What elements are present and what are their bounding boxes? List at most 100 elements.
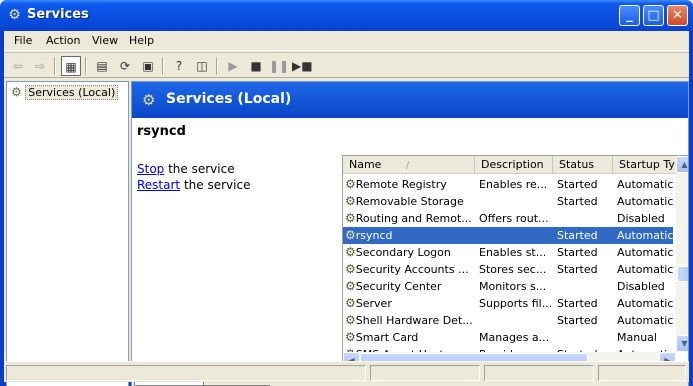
service-gear-icon: ⚙ [345,262,356,276]
service-gear-icon: ⚙ [345,279,356,293]
cell-text: Enables st... [479,246,547,259]
scroll-up-icon[interactable]: ▲ [676,156,688,173]
cell-name: ⚙Smart Card [345,329,475,346]
cell-text: Started [557,297,598,310]
cell-startup: Automatic [617,295,675,312]
stop-service-icon[interactable]: ■ [246,56,266,76]
properties-icon[interactable]: ▤ [92,56,112,76]
pause-service-icon[interactable]: ❚❚ [269,56,289,76]
cell-text: Started [557,195,598,208]
service-gear-icon: ⚙ [345,313,356,327]
restart-service-link[interactable]: Restart [137,178,180,192]
services-list-container: Name / Description Status Startup Ty ⚙Re… [338,144,688,384]
table-row[interactable]: ⚙Security Accounts ... Stores sec... Start… [343,261,673,278]
tree-item-label: Services (Local) [25,85,119,100]
cell-text: Automatic [617,314,674,327]
sort-indicator: / [405,161,409,171]
cell-text: Shell Hardware Det... [355,314,473,327]
table-row[interactable]: ⚙Remote Registry Enables re... Started Auto… [343,176,673,193]
close-button[interactable]: ✕ [667,5,688,26]
help-icon[interactable]: ? [169,56,189,76]
selected-service-name: rsyncd [137,124,186,139]
service-gear-icon: ⚙ [345,194,356,208]
service-description-panel: rsyncd Stop the service Restart the serv… [132,118,332,350]
services-window: ⚙ Services _ □ ✕ File Action View Help ⇦… [0,0,693,386]
menu-bar: File Action View Help [4,31,689,51]
cell-text: Started [557,229,598,242]
cell-startup: Disabled [617,278,675,295]
cell-startup: Automatic [617,193,675,210]
status-bar [4,361,689,382]
title-bar[interactable]: ⚙ Services _ □ ✕ [0,0,693,31]
cell-text: Automatic [617,263,674,276]
status-pane-3 [484,365,594,381]
console-tree: ⚙ Services (Local) [6,81,129,386]
cell-status: Started [557,244,611,261]
table-row[interactable]: ⚙Smart Card Manages a... Manual [343,329,673,346]
restart-service-icon[interactable]: ▶■ [292,56,313,76]
refresh-icon[interactable]: ⟳ [115,56,135,76]
cell-name: ⚙Security Accounts ... [345,261,475,278]
cell-description: Manages a... [479,329,551,346]
column-header-name[interactable]: Name / [343,156,475,174]
menu-help[interactable]: Help [129,34,154,47]
cell-text: Secondary Logon [355,246,451,259]
column-header-status[interactable]: Status [553,156,613,174]
stop-service-link[interactable]: Stop [137,162,164,176]
stop-service-line: Stop the service [137,162,235,176]
cell-text: Automatic [617,246,674,259]
cell-startup: Manual [617,329,675,346]
cell-text: Started [557,314,598,327]
stop-service-suffix: the service [164,162,235,176]
cell-status: Started [557,312,611,329]
cell-text: Remote Registry [355,178,447,191]
details-pane: ⚙ Services (Local) rsyncd Stop the servi… [131,81,689,386]
cell-text: Supports fil... [479,297,551,310]
table-row[interactable]: ⚙Secondary Logon Enables st... Started Auto… [343,244,673,261]
cell-text: Disabled [617,280,665,293]
service-gear-icon: ⚙ [345,177,356,191]
cell-text: Started [557,178,598,191]
services-gear-icon: ⚙ [8,7,21,23]
cell-status: Started [557,295,611,312]
table-row[interactable]: ⚙Removable Storage Started Automatic [343,193,673,210]
cell-text: Security Center [355,280,442,293]
table-row[interactable]: ⚙Routing and Remot... Offers rout... Disab… [343,210,673,227]
cell-text: Offers rout... [479,212,549,225]
list-header: Name / Description Status Startup Ty [343,156,676,174]
show-hide-tree-icon[interactable]: ▦ [61,56,81,76]
cell-status: Started [557,261,611,278]
cell-text: Enables re... [479,178,548,191]
maximize-button[interactable]: □ [643,5,664,26]
cell-status: Started [557,176,611,193]
services-list[interactable]: Name / Description Status Startup Ty ⚙Re… [342,155,688,384]
table-row[interactable]: ⚙Security Center Monitors s... Disabled [343,278,673,295]
cell-text: Smart Card [355,331,419,344]
menu-file[interactable]: File [14,34,32,47]
minimize-button[interactable]: _ [619,5,640,26]
cell-text: Security Accounts ... [355,263,469,276]
cell-text: Routing and Remot... [355,212,472,225]
table-row[interactable]: ⚙Server Supports fil... Started Automatic [343,295,673,312]
table-row[interactable]: ⚙Shell Hardware Det... Started Automatic [343,312,673,329]
cell-text: rsyncd [355,229,393,242]
menu-action[interactable]: Action [46,34,80,47]
column-header-startup-type[interactable]: Startup Ty [613,156,676,174]
start-service-icon[interactable]: ▶ [223,56,243,76]
table-row[interactable]: ⚙rsyncd Started Automatic [343,227,673,244]
forward-arrow-icon[interactable]: ⇨ [30,56,50,76]
tree-item-services-local[interactable]: ⚙ Services (Local) [11,85,119,101]
column-header-description[interactable]: Description [475,156,553,174]
vertical-scrollbar[interactable]: ▲ ▼ [676,156,688,352]
menu-view[interactable]: View [92,34,118,47]
scroll-down-icon[interactable]: ▼ [676,335,688,352]
toolbar-separator [85,57,87,75]
status-pane-main [6,365,366,381]
export-list-icon[interactable]: ▣ [138,56,158,76]
cell-status: Started [557,193,611,210]
cell-name: ⚙rsyncd [345,227,475,244]
back-arrow-icon[interactable]: ⇦ [8,56,28,76]
toolbar: ⇦ ⇨ ▦ ▤ ⟳ ▣ ? ◫ ▶ ■ ❚❚ ▶■ [4,52,689,78]
vertical-scroll-thumb[interactable] [677,266,688,282]
console-tree-icon[interactable]: ◫ [192,56,212,76]
